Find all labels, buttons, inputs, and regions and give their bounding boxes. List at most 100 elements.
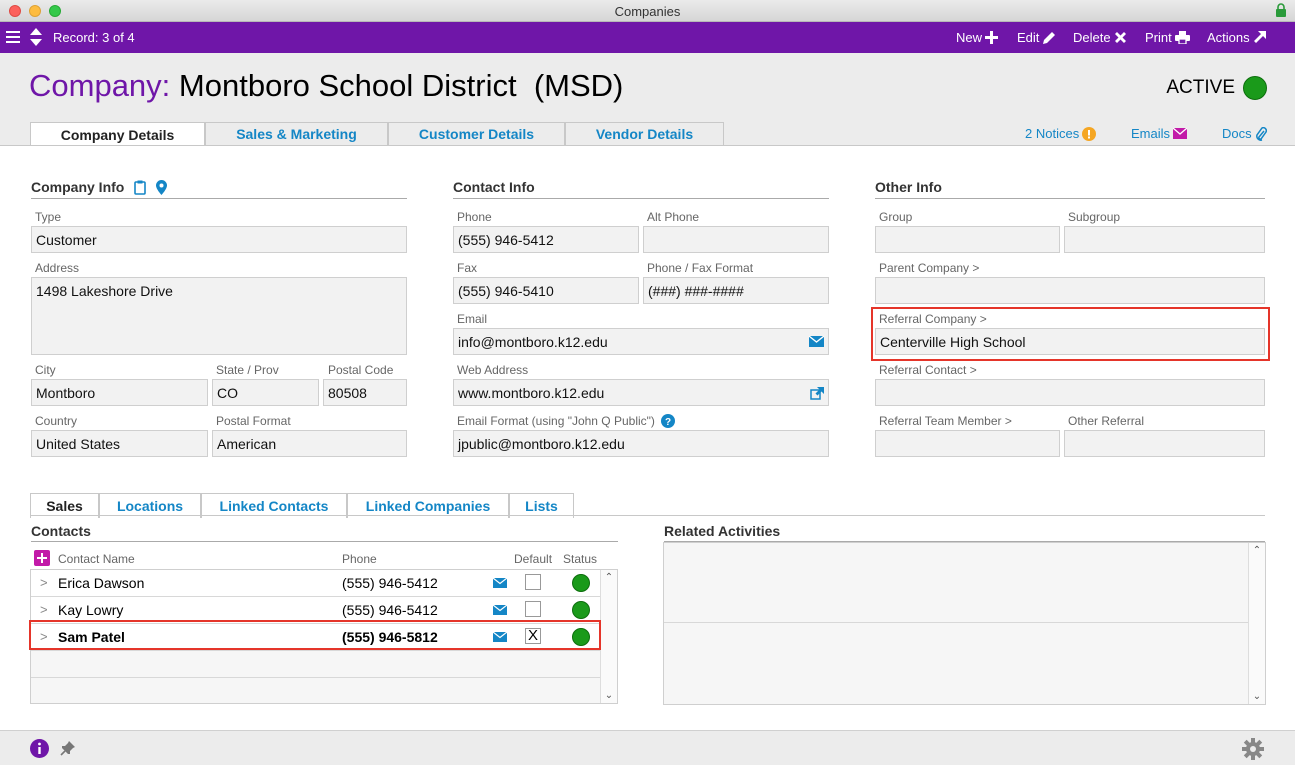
referral-contact-field[interactable]: [875, 379, 1265, 406]
tab-sales-marketing[interactable]: Sales & Marketing: [205, 122, 388, 145]
expand-chevron-icon[interactable]: >: [40, 602, 48, 617]
state-label: State / Prov: [216, 363, 279, 377]
column-header-status[interactable]: Status: [563, 552, 597, 566]
main-tabs: Company Details Sales & Marketing Custom…: [30, 122, 724, 146]
delete-button[interactable]: Delete: [1073, 30, 1127, 45]
city-label: City: [35, 363, 56, 377]
edit-button-label: Edit: [1017, 30, 1040, 45]
postal-code-label: Postal Code: [328, 363, 394, 377]
scroll-down-icon[interactable]: ⌄: [1249, 691, 1265, 702]
related-activities-scrollbar[interactable]: ⌃ ⌄: [1248, 543, 1265, 704]
other-info-section-title: Other Info: [875, 179, 942, 195]
scroll-up-icon[interactable]: ⌃: [601, 572, 617, 583]
referral-team-member-label[interactable]: Referral Team Member >: [879, 414, 1012, 428]
fax-field[interactable]: (555) 946-5410: [453, 277, 639, 304]
column-header-default[interactable]: Default: [514, 552, 552, 566]
default-checkbox[interactable]: [525, 574, 541, 590]
status-dot-icon: [572, 574, 590, 592]
paperclip-icon: [1255, 126, 1267, 141]
add-contact-plus-icon[interactable]: [34, 550, 50, 566]
type-field[interactable]: Customer: [31, 226, 407, 253]
emails-link[interactable]: Emails: [1131, 126, 1188, 141]
section-divider: [875, 198, 1265, 199]
email-contact-icon[interactable]: [493, 578, 507, 588]
contact-row[interactable]: > Erica Dawson (555) 946-5412: [31, 570, 602, 597]
address-field[interactable]: 1498 Lakeshore Drive: [31, 277, 407, 355]
country-label: Country: [35, 414, 78, 428]
activity-row: [664, 543, 1249, 623]
tab-company-details[interactable]: Company Details: [30, 122, 205, 146]
contacts-scrollbar[interactable]: ⌃ ⌄: [600, 570, 617, 703]
tab-vendor-details[interactable]: Vendor Details: [565, 122, 724, 145]
web-address-field[interactable]: www.montboro.k12.edu: [453, 379, 829, 406]
address-label: Address: [35, 261, 80, 275]
window-titlebar: Companies: [0, 0, 1295, 22]
active-status-dot-icon: [1243, 76, 1267, 100]
web-address-label: Web Address: [457, 363, 529, 377]
contact-phone: (555) 946-5412: [342, 602, 438, 618]
email-contact-icon[interactable]: [493, 605, 507, 615]
referral-company-highlight: [871, 307, 1270, 361]
new-button[interactable]: New: [956, 30, 999, 45]
expand-chevron-icon[interactable]: >: [40, 575, 48, 590]
city-field[interactable]: Montboro: [31, 379, 208, 406]
record-toolbar: Record: 3 of 4 New Edit Delete Print Act…: [0, 22, 1295, 53]
group-field[interactable]: [875, 226, 1060, 253]
main-panel: Company Info Type Customer Address 1498 …: [0, 145, 1295, 730]
default-checkbox[interactable]: [525, 601, 541, 617]
map-pin-icon[interactable]: [156, 179, 168, 195]
country-field[interactable]: United States: [31, 430, 208, 457]
pencil-icon: [1043, 31, 1056, 44]
related-activities-list[interactable]: ⌃ ⌄: [663, 542, 1266, 705]
postal-code-field[interactable]: 80508: [323, 379, 407, 406]
company-header: Company: Montboro School District (MSD) …: [0, 53, 1295, 146]
docs-link[interactable]: Docs: [1222, 126, 1267, 141]
scroll-down-icon[interactable]: ⌄: [601, 690, 617, 701]
contact-name: Kay Lowry: [58, 602, 124, 618]
postal-format-field[interactable]: American: [212, 430, 407, 457]
phone-fax-format-field[interactable]: (###) ###-####: [643, 277, 829, 304]
email-field[interactable]: info@montboro.k12.edu: [453, 328, 829, 355]
tabs-divider: [30, 515, 1265, 516]
info-icon[interactable]: [30, 739, 49, 758]
state-field[interactable]: CO: [212, 379, 319, 406]
referral-contact-label[interactable]: Referral Contact >: [879, 363, 977, 377]
scroll-up-icon[interactable]: ⌃: [1249, 545, 1265, 556]
contact-name: Erica Dawson: [58, 575, 145, 591]
email-format-field[interactable]: jpublic@montboro.k12.edu: [453, 430, 829, 457]
status-indicator[interactable]: ACTIVE: [1166, 76, 1267, 100]
gear-icon[interactable]: [1242, 738, 1264, 760]
parent-company-label[interactable]: Parent Company >: [879, 261, 979, 275]
alt-phone-label: Alt Phone: [647, 210, 700, 224]
open-link-icon[interactable]: [810, 387, 824, 400]
phone-field[interactable]: (555) 946-5412: [453, 226, 639, 253]
status-text: ACTIVE: [1166, 77, 1235, 98]
column-header-contact-name[interactable]: Contact Name: [58, 552, 135, 566]
parent-company-field[interactable]: [875, 277, 1265, 304]
tab-customer-details[interactable]: Customer Details: [388, 122, 565, 145]
company-info-section-title: Company Info: [31, 179, 168, 195]
external-arrow-icon: [1253, 31, 1266, 43]
notices-link[interactable]: 2 Notices: [1025, 126, 1097, 141]
email-value: info@montboro.k12.edu: [458, 334, 608, 350]
subgroup-field[interactable]: [1064, 226, 1265, 253]
menu-icon[interactable]: [6, 30, 20, 44]
email-format-label: Email Format (using "John Q Public") ?: [457, 414, 675, 428]
send-email-icon[interactable]: [809, 336, 824, 347]
lock-icon[interactable]: [1275, 3, 1287, 17]
company-label: Company:: [29, 68, 171, 103]
edit-button[interactable]: Edit: [1017, 30, 1056, 45]
other-referral-field[interactable]: [1064, 430, 1265, 457]
referral-team-member-field[interactable]: [875, 430, 1060, 457]
record-navigator-icon[interactable]: [29, 27, 43, 47]
clipboard-icon[interactable]: [134, 180, 147, 195]
alt-phone-field[interactable]: [643, 226, 829, 253]
svg-text:?: ?: [665, 417, 671, 428]
column-header-phone[interactable]: Phone: [342, 552, 377, 566]
page-title: Company: Montboro School District (MSD): [29, 68, 623, 104]
pin-icon[interactable]: [60, 740, 76, 756]
actions-button[interactable]: Actions: [1207, 30, 1266, 45]
type-label: Type: [35, 210, 62, 224]
help-icon[interactable]: ?: [660, 414, 675, 428]
print-button[interactable]: Print: [1145, 30, 1190, 45]
